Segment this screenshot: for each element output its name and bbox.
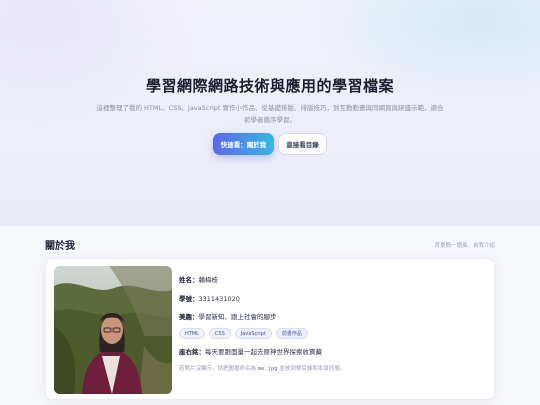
photo-note: 若照片沒顯示，請把圖檔命名為 me.jpg 並放到根目錄和本頁同層。 (179, 364, 345, 372)
name-label: 姓名： (179, 276, 199, 284)
student-id-label: 學號： (179, 295, 199, 303)
tag-css: CSS (208, 328, 231, 339)
profile-photo (54, 266, 172, 394)
tag-html: HTML (179, 328, 205, 339)
about-card: 姓名：賴梅枝 學號：3311431020 美趣：學習新知、跟上社會的腳步 HTM… (45, 258, 495, 400)
hero-description: 這裡整理了我的 HTML、CSS、JavaScript 實作小作品、從基礎排版、… (96, 104, 444, 124)
hobby-label: 美趣： (179, 313, 199, 321)
photo-note-suffix: 並放到根目錄和本頁同層。 (277, 366, 346, 372)
quick-about-button[interactable]: 快速看：關於我 (213, 133, 274, 155)
motto-value: 每天要跟面量一起去原神世界探索收寶藏 (205, 348, 322, 356)
skill-tags: HTML CSS JavaScript 前書作品 (179, 328, 308, 339)
hobby-row: 美趣：學習新知、跟上社會的腳步 (179, 311, 277, 321)
photo-note-prefix: 若照片沒顯示，請把圖檔命名為 (179, 366, 258, 372)
view-contents-button[interactable]: 直接看目錄 (278, 133, 327, 155)
about-section-title: 關於我 (45, 241, 75, 252)
hobby-value: 學習新知、跟上社會的腳步 (198, 313, 277, 321)
name-value: 賴梅枝 (198, 276, 219, 284)
student-id-value: 3311431020 (198, 295, 240, 303)
name-row: 姓名：賴梅枝 (179, 274, 218, 284)
student-id-row: 學號：3311431020 (179, 293, 240, 303)
about-section-hint: 背景簡一語風．自我介紹 (434, 243, 495, 249)
hero-section: 學習網際網路技術與應用的學習檔案 這裡整理了我的 HTML、CSS、JavaSc… (0, 0, 540, 226)
tag-works: 前書作品 (275, 328, 308, 339)
page-title: 學習網際網路技術與應用的學習檔案 (145, 77, 394, 95)
photo-note-filename: me.jpg (257, 366, 278, 372)
motto-row: 座右銘：每天要跟面量一起去原神世界探索收寶藏 (179, 346, 322, 356)
motto-label: 座右銘： (179, 348, 205, 356)
tag-javascript: JavaScript (234, 328, 272, 339)
